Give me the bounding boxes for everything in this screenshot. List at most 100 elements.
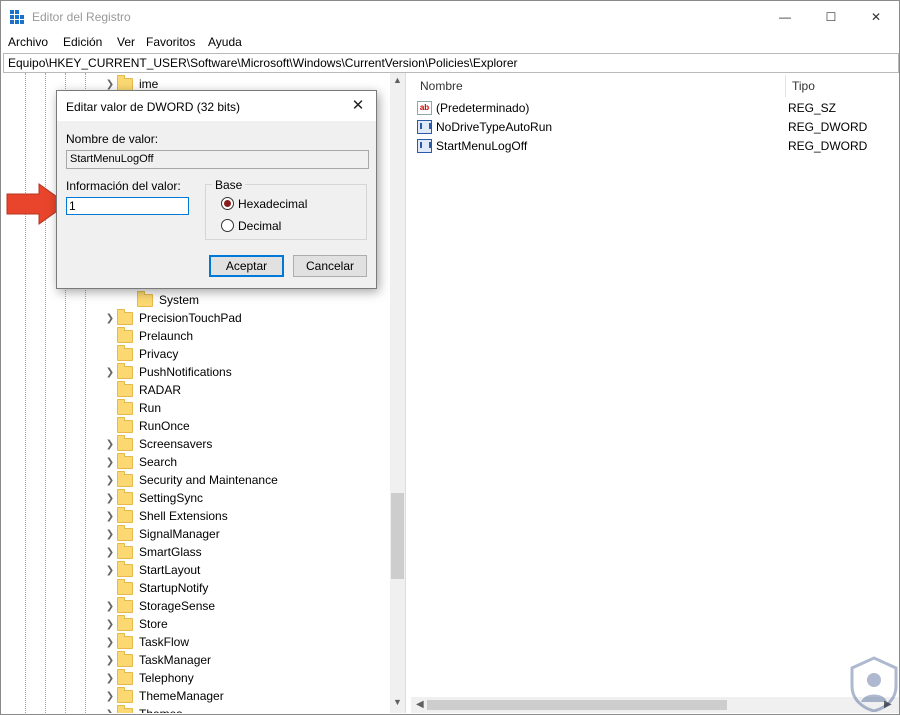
hexadecimal-label[interactable]: Hexadecimal <box>238 197 307 211</box>
menu-edicion[interactable]: Edición <box>63 35 102 49</box>
tree-item[interactable]: ❯ Shell Extensions <box>103 506 228 525</box>
tree-item-system[interactable]: System <box>127 290 199 309</box>
chevron-right-icon[interactable]: ❯ <box>103 525 117 543</box>
value-type: REG_DWORD <box>788 120 868 134</box>
tree-item[interactable]: ❯ Themes <box>103 704 182 714</box>
dialog-title: Editar valor de DWORD (32 bits) <box>66 100 241 114</box>
address-bar[interactable]: Equipo\HKEY_CURRENT_USER\Software\Micros… <box>3 53 899 73</box>
tree-item[interactable]: ❯ Store <box>103 614 168 633</box>
tree-item[interactable]: RunOnce <box>103 416 190 435</box>
tree-item[interactable]: ❯ SettingSync <box>103 488 203 507</box>
tree-item[interactable]: ❯ Security and Maintenance <box>103 470 278 489</box>
chevron-right-icon[interactable]: ❯ <box>103 435 117 453</box>
chevron-right-icon[interactable]: ❯ <box>103 543 117 561</box>
tree-item[interactable]: Run <box>103 398 162 417</box>
tree-item[interactable]: ❯ PushNotifications <box>103 362 232 381</box>
decimal-label[interactable]: Decimal <box>238 219 281 233</box>
tree-item-label: PrecisionTouchPad <box>139 311 242 325</box>
value-name-label: Nombre de valor: <box>66 132 159 146</box>
folder-icon <box>117 560 133 577</box>
cancel-button[interactable]: Cancelar <box>293 255 367 277</box>
folder-icon <box>117 524 133 541</box>
chevron-right-icon[interactable]: ❯ <box>103 687 117 705</box>
dialog-close-button[interactable]: ✕ <box>347 96 369 116</box>
tree-item[interactable]: ❯ ThemeManager <box>103 686 224 705</box>
tree-item[interactable]: ❯ SignalManager <box>103 524 220 543</box>
chevron-right-icon[interactable]: ❯ <box>103 597 117 615</box>
tree-item[interactable]: ❯ SmartGlass <box>103 542 202 561</box>
chevron-right-icon[interactable]: ❯ <box>103 309 117 327</box>
folder-icon <box>117 614 133 631</box>
chevron-right-icon[interactable]: ❯ <box>103 615 117 633</box>
value-data-input[interactable] <box>66 197 189 215</box>
tree-item[interactable]: ❯ PrecisionTouchPad <box>103 308 242 327</box>
maximize-button[interactable]: ☐ <box>808 1 854 33</box>
ok-button[interactable]: Aceptar <box>209 255 284 277</box>
chevron-right-icon[interactable]: ❯ <box>103 651 117 669</box>
value-row[interactable]: ab (Predeterminado) REG_SZ <box>417 99 897 117</box>
tree-item-label: Search <box>139 455 178 469</box>
tree-item[interactable]: RADAR <box>103 380 181 399</box>
tree-item[interactable]: ❯ StartLayout <box>103 560 201 579</box>
tree-item-label: Run <box>139 401 162 415</box>
menu-archivo[interactable]: Archivo <box>8 35 48 49</box>
chevron-right-icon[interactable]: ❯ <box>103 561 117 579</box>
hexadecimal-radio[interactable] <box>221 197 234 210</box>
scroll-up-icon[interactable]: ▲ <box>390 75 405 89</box>
tree-item[interactable]: ❯ TaskManager <box>103 650 211 669</box>
column-separator[interactable] <box>785 75 786 97</box>
scroll-left-icon[interactable]: ◀ <box>416 699 424 710</box>
chevron-right-icon[interactable]: ❯ <box>103 453 117 471</box>
scroll-thumb[interactable] <box>391 493 404 579</box>
folder-icon <box>117 344 133 361</box>
folder-icon <box>117 506 133 523</box>
value-name: NoDriveTypeAutoRun <box>436 120 553 134</box>
chevron-right-icon[interactable]: ❯ <box>103 507 117 525</box>
value-name: (Predeterminado) <box>436 101 530 115</box>
tree-item[interactable]: StartupNotify <box>103 578 208 597</box>
folder-icon <box>117 470 133 487</box>
folder-icon <box>117 650 133 667</box>
tree-item[interactable]: ❯ Screensavers <box>103 434 212 453</box>
menu-ver[interactable]: Ver <box>117 35 135 49</box>
chevron-right-icon[interactable]: ❯ <box>103 669 117 687</box>
tree-item[interactable]: ❯ Search <box>103 452 178 471</box>
chevron-right-icon[interactable]: ❯ <box>103 363 117 381</box>
values-horizontal-scrollbar[interactable]: ◀ ▶ <box>411 697 899 713</box>
chevron-right-icon[interactable]: ❯ <box>103 489 117 507</box>
folder-icon <box>117 686 133 703</box>
binary-value-icon <box>417 120 432 134</box>
folder-icon <box>117 668 133 685</box>
column-header-type[interactable]: Tipo <box>792 79 815 93</box>
menu-ayuda[interactable]: Ayuda <box>208 35 242 49</box>
tree-item[interactable]: Prelaunch <box>103 326 193 345</box>
folder-icon <box>117 416 133 433</box>
minimize-button[interactable]: — <box>762 1 808 33</box>
close-window-button[interactable]: ✕ <box>853 1 899 33</box>
value-row[interactable]: NoDriveTypeAutoRun REG_DWORD <box>417 118 897 136</box>
tree-item[interactable]: Privacy <box>103 344 178 363</box>
value-data-label: Información del valor: <box>66 179 181 193</box>
scroll-thumb[interactable] <box>427 700 727 710</box>
value-row[interactable]: StartMenuLogOff REG_DWORD <box>417 137 897 155</box>
chevron-right-icon[interactable]: ❯ <box>103 705 117 714</box>
tree-item-label: StartLayout <box>139 563 201 577</box>
tree-item-label: Security and Maintenance <box>139 473 278 487</box>
base-group-label: Base <box>212 178 246 192</box>
chevron-right-icon[interactable]: ❯ <box>103 471 117 489</box>
folder-icon <box>117 74 133 91</box>
tree-vertical-scrollbar[interactable]: ▲ ▼ <box>390 73 405 713</box>
chevron-right-icon[interactable]: ❯ <box>103 633 117 651</box>
column-header-name[interactable]: Nombre <box>420 79 463 93</box>
menu-favoritos[interactable]: Favoritos <box>146 35 195 49</box>
scroll-down-icon[interactable]: ▼ <box>390 697 405 711</box>
tree-item-label: TaskFlow <box>139 635 190 649</box>
tree-item[interactable]: ❯ StorageSense <box>103 596 215 615</box>
tree-item[interactable]: ❯ Telephony <box>103 668 194 687</box>
tree-item-label: SmartGlass <box>139 545 202 559</box>
tree-item[interactable]: ❯ TaskFlow <box>103 632 190 651</box>
decimal-radio[interactable] <box>221 219 234 232</box>
window-title: Editor del Registro <box>32 10 131 24</box>
